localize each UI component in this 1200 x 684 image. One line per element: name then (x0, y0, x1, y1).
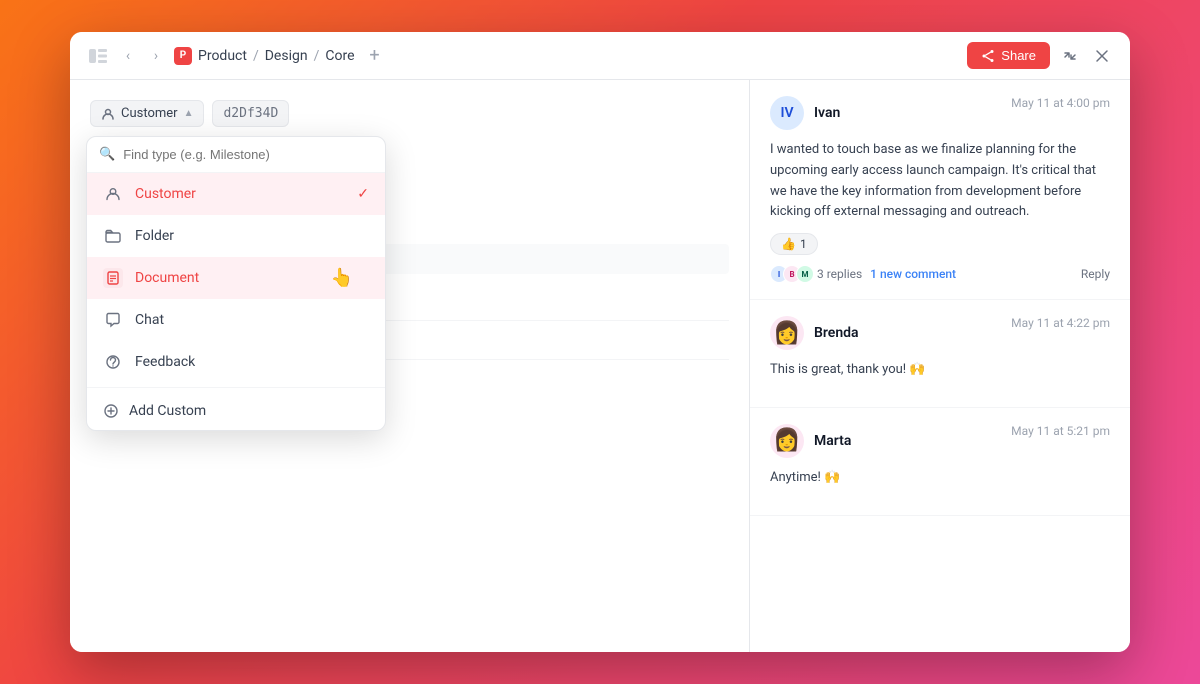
titlebar-left: ‹ › P Product / Design / Core + (86, 44, 387, 68)
dropdown-label-feedback: Feedback (135, 354, 195, 370)
forward-button[interactable]: › (146, 46, 166, 66)
avatar-ivan: IV (770, 96, 804, 130)
maximize-button[interactable] (1058, 44, 1082, 68)
add-custom-label: Add Custom (129, 403, 206, 419)
avatar-brenda: 👩 (770, 316, 804, 350)
type-selector-button[interactable]: Customer ▲ (90, 100, 204, 127)
dropdown-item-chat[interactable]: Chat (87, 299, 385, 341)
feedback-icon (103, 352, 123, 372)
dropdown-item-customer[interactable]: Customer ✓ (87, 173, 385, 215)
dropdown-label-chat: Chat (135, 312, 164, 328)
comment-meta-brenda: Brenda (814, 325, 859, 341)
comment-meta-marta: Marta (814, 433, 851, 449)
right-panel: IV Ivan May 11 at 4:00 pm I wanted to to… (750, 80, 1130, 652)
titlebar: ‹ › P Product / Design / Core + (70, 32, 1130, 80)
comment-author-ivan: Ivan (814, 105, 840, 121)
comment-header-marta: 👩 Marta May 11 at 5:21 pm (770, 424, 1110, 458)
search-icon: 🔍 (99, 147, 115, 162)
reply-count: 3 replies (817, 267, 862, 281)
breadcrumb: P Product / Design / Core (174, 47, 355, 65)
type-label: Customer (121, 106, 178, 121)
app-window: ‹ › P Product / Design / Core + (70, 32, 1130, 652)
comment-author-marta: Marta (814, 433, 851, 449)
reaction-emoji: 👍 (781, 237, 796, 251)
app-logo: P (174, 47, 192, 65)
dropdown-search-row: 🔍 (87, 137, 385, 173)
back-button[interactable]: ‹ (118, 46, 138, 66)
comment-author-brenda: Brenda (814, 325, 859, 341)
close-button[interactable] (1090, 44, 1114, 68)
dropdown-item-folder[interactable]: Folder (87, 215, 385, 257)
share-label: Share (1001, 48, 1036, 63)
reaction-ivan[interactable]: 👍 1 (770, 233, 818, 255)
type-chevron-icon: ▲ (184, 108, 194, 119)
comment-header-brenda: 👩 Brenda May 11 at 4:22 pm (770, 316, 1110, 350)
titlebar-right: Share (967, 42, 1114, 69)
chat-icon (103, 310, 123, 330)
type-dropdown: 🔍 Customer ✓ (86, 136, 386, 431)
dropdown-item-document[interactable]: Document 👆 (87, 257, 385, 299)
comment-meta-ivan: Ivan (814, 105, 840, 121)
comment-header-ivan: IV Ivan May 11 at 4:00 pm (770, 96, 1110, 130)
comment-marta: 👩 Marta May 11 at 5:21 pm Anytime! 🙌 (750, 408, 1130, 516)
comment-time-brenda: May 11 at 4:22 pm (1011, 316, 1110, 330)
reply-avatar-3: M (796, 265, 814, 283)
dropdown-label-document: Document (135, 270, 199, 286)
folder-icon (103, 226, 123, 246)
comment-footer-ivan: I B M 3 replies 1 new comment Reply (770, 265, 1110, 283)
comment-time-marta: May 11 at 5:21 pm (1011, 424, 1110, 438)
new-comment-badge[interactable]: 1 new comment (870, 267, 956, 281)
divider (87, 387, 385, 388)
dropdown-label-customer: Customer (135, 186, 196, 202)
add-tab-button[interactable]: + (363, 44, 387, 68)
comment-text-ivan: I wanted to touch base as we finalize pl… (770, 140, 1110, 223)
sidebar-toggle-button[interactable] (86, 44, 110, 68)
cursor-icon: 👆 (331, 268, 353, 289)
reply-avatars: I B M (770, 265, 809, 283)
dropdown-search-input[interactable] (123, 147, 373, 162)
breadcrumb-core[interactable]: Core (325, 48, 354, 64)
dropdown-label-folder: Folder (135, 228, 174, 244)
main-content: Customer ▲ d2Df34D Early Access Launch M… (70, 80, 1130, 652)
comment-brenda: 👩 Brenda May 11 at 4:22 pm This is great… (750, 300, 1130, 408)
type-selector-row: Customer ▲ d2Df34D (90, 100, 729, 127)
add-custom-button[interactable]: Add Custom (87, 392, 385, 430)
comment-time-ivan: May 11 at 4:00 pm (1011, 96, 1110, 110)
breadcrumb-sep-1: / (253, 48, 259, 64)
breadcrumb-product[interactable]: Product (198, 48, 247, 64)
reaction-count: 1 (800, 237, 807, 251)
comment-text-brenda: This is great, thank you! 🙌 (770, 360, 1110, 381)
breadcrumb-sep-2: / (314, 48, 320, 64)
reply-button-ivan[interactable]: Reply (1081, 267, 1110, 281)
document-icon (103, 268, 123, 288)
id-badge: d2Df34D (212, 100, 289, 127)
comment-text-marta: Anytime! 🙌 (770, 468, 1110, 489)
check-icon: ✓ (357, 186, 369, 202)
dropdown-item-feedback[interactable]: Feedback (87, 341, 385, 383)
comment-ivan: IV Ivan May 11 at 4:00 pm I wanted to to… (750, 80, 1130, 300)
left-panel: Customer ▲ d2Df34D Early Access Launch M… (70, 80, 750, 652)
share-button[interactable]: Share (967, 42, 1050, 69)
customer-icon (103, 184, 123, 204)
breadcrumb-design[interactable]: Design (265, 48, 308, 64)
avatar-marta: 👩 (770, 424, 804, 458)
